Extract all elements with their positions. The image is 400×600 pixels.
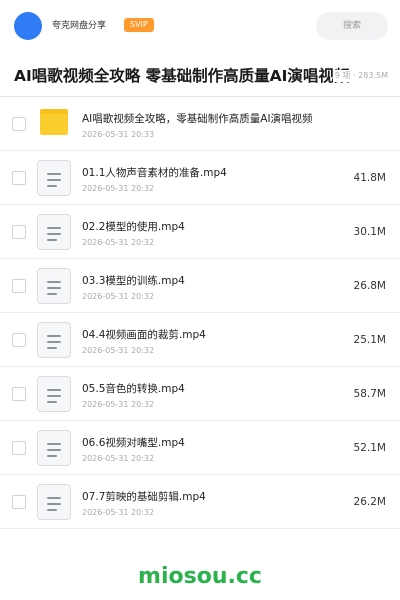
list-item[interactable]: 02.2模型的使用.mp4 2026-05-31 20:32 30.1M [0, 205, 400, 259]
title-row: AI唱歌视频全攻略 零基础制作高质量AI演唱视频 9 项 · 283.5M [0, 52, 400, 96]
file-icon [37, 376, 71, 412]
file-icon [37, 268, 71, 304]
search-input[interactable] [316, 12, 388, 40]
row-checkbox[interactable] [12, 387, 26, 401]
item-count-size: 9 项 · 283.5M [332, 70, 388, 82]
item-date: 2026-05-31 20:32 [82, 238, 155, 247]
row-checkbox[interactable] [12, 225, 26, 239]
row-checkbox[interactable] [12, 171, 26, 185]
row-checkbox[interactable] [12, 495, 26, 509]
item-date: 2026-05-31 20:32 [82, 184, 155, 193]
item-name: 06.6视频对嘴型.mp4 [82, 437, 185, 449]
item-name: 04.4视频画面的裁剪.mp4 [82, 329, 206, 341]
row-checkbox[interactable] [12, 117, 26, 131]
item-date: 2026-05-31 20:33 [82, 130, 155, 139]
list-item-folder[interactable]: AI唱歌视频全攻略，零基础制作高质量AI演唱视频 2026-05-31 20:3… [0, 97, 400, 151]
list-item[interactable]: 07.7剪映的基础剪辑.mp4 2026-05-31 20:32 26.2M [0, 475, 400, 529]
item-size: 25.1M [353, 334, 386, 346]
list-item[interactable]: 01.1人物声音素材的准备.mp4 2026-05-31 20:32 41.8M [0, 151, 400, 205]
file-icon [37, 430, 71, 466]
item-date: 2026-05-31 20:32 [82, 454, 155, 463]
item-name: 01.1人物声音素材的准备.mp4 [82, 167, 227, 179]
item-date: 2026-05-31 20:32 [82, 400, 155, 409]
list-item[interactable]: 06.6视频对嘴型.mp4 2026-05-31 20:32 52.1M [0, 421, 400, 475]
row-checkbox[interactable] [12, 441, 26, 455]
header-bar: 夸克网盘分享 SVIP [0, 0, 400, 52]
share-owner-name: 夸克网盘分享 [52, 21, 107, 31]
page-title: AI唱歌视频全攻略 零基础制作高质量AI演唱视频 [14, 67, 350, 85]
list-item[interactable]: 03.3模型的训练.mp4 2026-05-31 20:32 26.8M [0, 259, 400, 313]
item-name: 05.5音色的转换.mp4 [82, 383, 185, 395]
item-name: AI唱歌视频全攻略，零基础制作高质量AI演唱视频 [82, 113, 313, 125]
folder-icon [40, 109, 68, 135]
item-size: 26.8M [353, 280, 386, 292]
file-icon [37, 214, 71, 250]
item-name: 07.7剪映的基础剪辑.mp4 [82, 491, 206, 503]
item-date: 2026-05-31 20:32 [82, 508, 155, 517]
file-list: AI唱歌视频全攻略，零基础制作高质量AI演唱视频 2026-05-31 20:3… [0, 97, 400, 529]
avatar[interactable] [14, 12, 42, 40]
svip-badge: SVIP [124, 18, 154, 32]
file-icon [37, 484, 71, 520]
item-size: 30.1M [353, 226, 386, 238]
item-name: 03.3模型的训练.mp4 [82, 275, 185, 287]
item-size: 41.8M [353, 172, 386, 184]
item-size: 52.1M [353, 442, 386, 454]
list-item[interactable]: 04.4视频画面的裁剪.mp4 2026-05-31 20:32 25.1M [0, 313, 400, 367]
list-item[interactable]: 05.5音色的转换.mp4 2026-05-31 20:32 58.7M [0, 367, 400, 421]
item-size: 58.7M [353, 388, 386, 400]
file-icon [37, 322, 71, 358]
file-icon [37, 160, 71, 196]
watermark-brand: miosou.cc [138, 564, 262, 589]
item-name: 02.2模型的使用.mp4 [82, 221, 185, 233]
item-date: 2026-05-31 20:32 [82, 346, 155, 355]
row-checkbox[interactable] [12, 279, 26, 293]
item-date: 2026-05-31 20:32 [82, 292, 155, 301]
row-checkbox[interactable] [12, 333, 26, 347]
item-size: 26.2M [353, 496, 386, 508]
search-box[interactable] [316, 12, 388, 40]
